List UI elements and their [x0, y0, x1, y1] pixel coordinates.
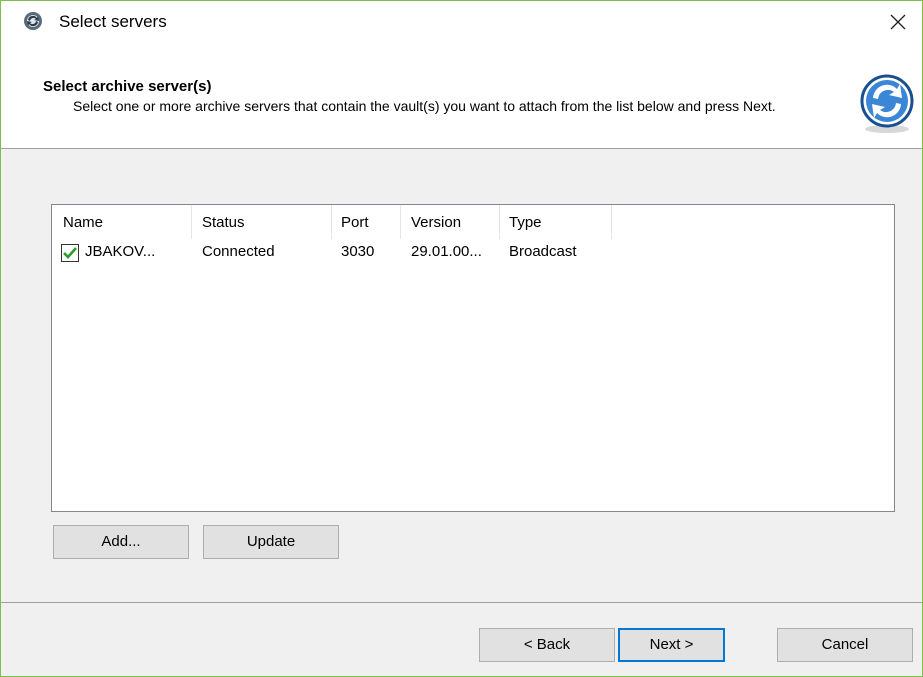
- column-divider[interactable]: [331, 205, 332, 239]
- add-button[interactable]: Add...: [53, 525, 189, 559]
- column-header-version[interactable]: Version: [411, 214, 461, 231]
- select-servers-dialog: Select servers Select archive server(s) …: [0, 0, 923, 677]
- close-icon: [890, 14, 906, 30]
- column-divider[interactable]: [191, 205, 192, 239]
- column-divider[interactable]: [611, 205, 612, 239]
- table-row[interactable]: JBAKOV... Connected 3030 29.01.00... Bro…: [52, 241, 894, 265]
- cancel-button[interactable]: Cancel: [777, 628, 913, 662]
- column-divider[interactable]: [400, 205, 401, 239]
- next-button[interactable]: Next >: [618, 628, 725, 662]
- cell-name: JBAKOV...: [85, 243, 156, 260]
- checkmark-icon: [63, 247, 77, 259]
- page-description: Select one or more archive servers that …: [73, 98, 776, 114]
- list-header: Name Status Port Version Type: [52, 205, 612, 239]
- cell-version: 29.01.00...: [411, 243, 482, 260]
- server-checkbox[interactable]: [61, 244, 79, 262]
- cell-status: Connected: [202, 243, 275, 260]
- footer-divider: [1, 602, 922, 603]
- column-header-port[interactable]: Port: [341, 214, 369, 231]
- wizard-refresh-icon: [23, 11, 43, 31]
- column-divider[interactable]: [499, 205, 500, 239]
- column-header-name[interactable]: Name: [63, 214, 103, 231]
- cell-type: Broadcast: [509, 243, 577, 260]
- back-button[interactable]: < Back: [479, 628, 615, 662]
- window-title: Select servers: [59, 12, 167, 31]
- column-header-type[interactable]: Type: [509, 214, 542, 231]
- column-header-status[interactable]: Status: [202, 214, 245, 231]
- blue-sync-arrows-icon: [859, 71, 915, 135]
- update-button[interactable]: Update: [203, 525, 339, 559]
- title-bar: Select servers: [1, 1, 922, 41]
- server-list[interactable]: Name Status Port Version Type JBAKOV... …: [51, 204, 895, 512]
- close-button[interactable]: [880, 5, 916, 37]
- cell-port: 3030: [341, 243, 375, 260]
- page-title: Select archive server(s): [43, 78, 212, 95]
- wizard-header: Select archive server(s) Select one or m…: [1, 41, 922, 149]
